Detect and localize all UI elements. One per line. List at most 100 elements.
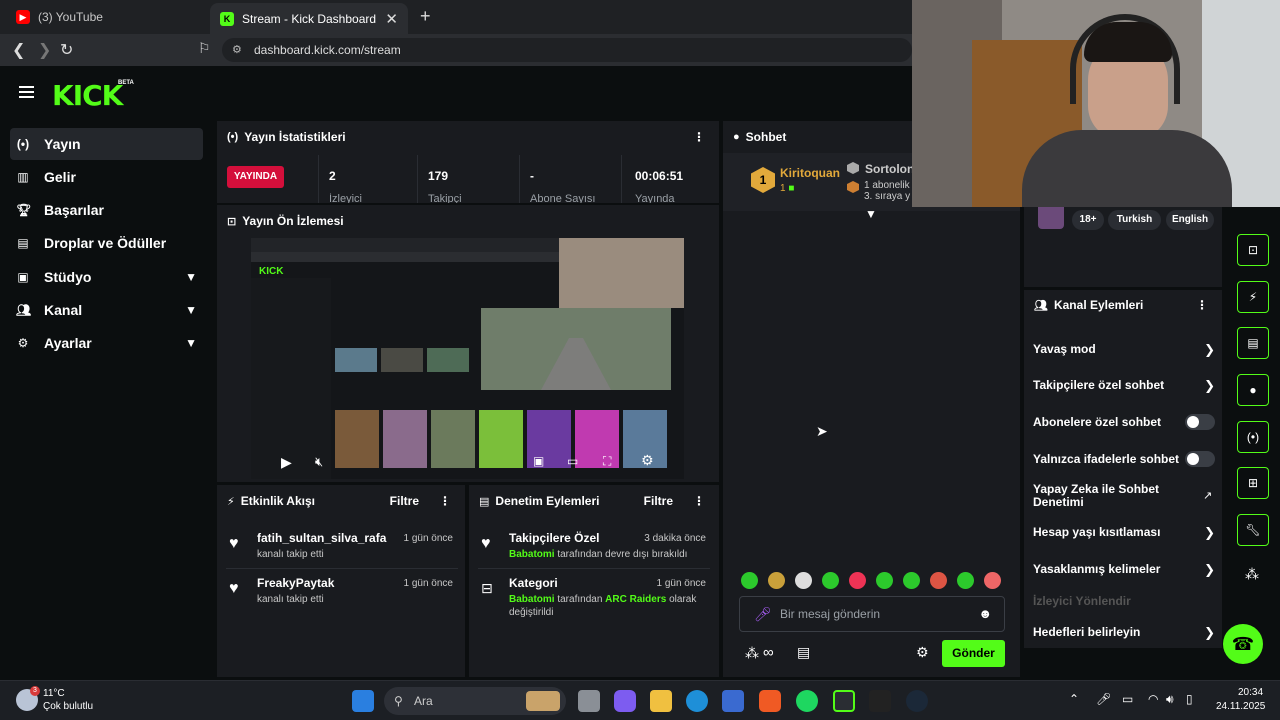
site-info-icon[interactable]: ⚙ (232, 38, 242, 62)
chat-message-input[interactable]: 🎤︎ Bir mesaj gönderin ☻ (739, 596, 1005, 632)
wifi-icon[interactable]: ◠ (1148, 692, 1158, 706)
close-tab-icon[interactable]: ✕ (385, 10, 398, 28)
tag-pill[interactable]: English (1166, 210, 1214, 230)
theater-mode-icon[interactable]: ▭ (567, 454, 578, 468)
emote-icon[interactable] (903, 572, 920, 589)
emote-icon[interactable] (768, 572, 785, 589)
subscribers-only-toggle[interactable] (1185, 414, 1215, 430)
clock-date[interactable]: 24.11.2025 (1216, 701, 1265, 712)
chat-settings-icon[interactable]: ⚙ (916, 644, 929, 661)
forward-icon[interactable]: ❯ (38, 40, 51, 60)
banned-words-row[interactable]: Yasaklanmış kelimeler ❯ (1033, 562, 1215, 577)
filter-button[interactable]: Filtre (644, 494, 673, 508)
emote-icon[interactable] (741, 572, 758, 589)
microphone-icon[interactable]: 🎤︎ (754, 597, 772, 631)
settings-icon[interactable]: ⚙ (641, 452, 654, 469)
stat-label: İzleyici (329, 193, 363, 203)
lightning-rail-icon[interactable]: ⚡︎ (1237, 281, 1269, 313)
tag-pill[interactable]: Turkish (1108, 210, 1161, 230)
fullscreen-icon[interactable]: ⛶ (603, 454, 611, 469)
task-view-icon[interactable] (578, 690, 600, 712)
leader-name[interactable]: Kiritoquan (780, 166, 840, 180)
ai-moderation-row[interactable]: Yapay Zeka ile Sohbet Denetimi (1033, 483, 1183, 509)
edge-icon[interactable] (686, 690, 708, 712)
users-rail-icon[interactable]: ⊞ (1237, 467, 1269, 499)
play-icon[interactable]: ▶ (281, 454, 292, 471)
category-name[interactable]: ARC Raiders (605, 594, 666, 605)
emote-icon[interactable] (957, 572, 974, 589)
more-widgets-icon[interactable]: ⁂ (1245, 566, 1259, 583)
clock-time[interactable]: 20:34 (1238, 687, 1263, 698)
sidebar-item-yayin[interactable]: (•) Yayın (10, 128, 203, 160)
new-tab-button[interactable]: + (420, 6, 431, 27)
help-chat-button[interactable]: ☎ (1223, 624, 1263, 664)
emote-icon[interactable] (984, 572, 1001, 589)
preview-rail-icon[interactable]: ⊡ (1237, 234, 1269, 266)
url-field[interactable]: ⚙ dashboard.kick.com/stream (222, 38, 912, 62)
followers-only-row[interactable]: Takipçilere özel sohbet ❯ (1033, 378, 1215, 393)
emote-icon[interactable] (930, 572, 947, 589)
set-goals-row[interactable]: Hedefleri belirleyin ❯ (1033, 625, 1215, 640)
moderator-name[interactable]: Babatomi (509, 549, 555, 560)
document-rail-icon[interactable]: ▤ (1237, 327, 1269, 359)
mute-icon[interactable]: 🔇︎ (315, 454, 323, 470)
emoji-icon[interactable]: ☻ (978, 597, 992, 631)
sidebar-item-ayarlar[interactable]: ⚙ Ayarlar ▼ (10, 327, 203, 359)
steam-icon[interactable] (906, 690, 928, 712)
emote-icon[interactable] (795, 572, 812, 589)
file-explorer-icon[interactable] (650, 690, 672, 712)
external-link-icon[interactable]: ↗ (1203, 489, 1212, 502)
volume-icon[interactable]: 🔊︎ (1166, 692, 1174, 707)
broadcast-rail-icon[interactable]: (•) (1237, 421, 1269, 453)
second-name[interactable]: Sortolon (865, 162, 914, 176)
brave-icon[interactable] (759, 690, 781, 712)
wrench-rail-icon[interactable]: 🔧︎ (1237, 514, 1269, 546)
infinity-icon: ∞ (763, 644, 774, 661)
moderator-name[interactable]: Babatomi (509, 594, 555, 605)
battery-icon[interactable]: ▭ (1122, 692, 1133, 706)
emote-icon[interactable] (876, 572, 893, 589)
menu-icon[interactable] (19, 86, 34, 98)
back-icon[interactable]: ❮ (12, 40, 25, 60)
sidebar-item-basarilar[interactable]: 🏆︎ Başarılar (10, 194, 203, 226)
expand-leaderboard-icon[interactable]: ▼ (865, 207, 877, 221)
store-icon[interactable]: ▤ (797, 644, 810, 661)
sidebar-item-studyo[interactable]: ▣ Stüdyo ▼ (10, 261, 203, 293)
emotes-only-toggle[interactable] (1185, 451, 1215, 467)
webcam-shirt (1022, 130, 1232, 207)
send-button[interactable]: Gönder (942, 640, 1005, 667)
kick-app-icon[interactable] (833, 690, 855, 712)
more-options-icon[interactable]: ⋮ (439, 494, 451, 508)
bookmark-icon[interactable]: ⚐ (198, 40, 211, 57)
microphone-icon[interactable]: 🎤︎ (1096, 692, 1111, 706)
tag-pill[interactable]: 18+ (1072, 210, 1104, 230)
kick-logo[interactable]: KICK (52, 79, 123, 112)
more-options-icon[interactable]: ⋮ (693, 130, 705, 144)
sidebar-item-droplar[interactable]: ▤ Droplar ve Ödüller (10, 227, 203, 259)
slow-mode-row[interactable]: Yavaş mod ❯ (1033, 342, 1215, 357)
emote-icon[interactable] (849, 572, 866, 589)
points-icon[interactable]: ⁂ (745, 645, 759, 662)
store-icon[interactable] (722, 690, 744, 712)
tab-youtube[interactable]: ▶ (3) YouTube (6, 4, 206, 30)
spotify-icon[interactable] (796, 690, 818, 712)
epic-games-icon[interactable] (869, 690, 891, 712)
more-options-icon[interactable]: ⋮ (693, 494, 705, 508)
battery-status-icon[interactable]: ▯ (1186, 692, 1193, 706)
windows-start-icon[interactable] (352, 690, 374, 712)
taskbar-search[interactable]: ⚲ Ara (384, 687, 566, 715)
chevron-up-icon[interactable]: ⌃ (1069, 692, 1079, 706)
trophy-icon: 🏆︎ (16, 203, 32, 217)
account-age-row[interactable]: Hesap yaşı kısıtlaması ❯ (1033, 525, 1215, 540)
picture-in-picture-icon[interactable]: ▣ (533, 454, 544, 468)
chat-rail-icon[interactable]: ● (1237, 374, 1269, 406)
filter-button[interactable]: Filtre (390, 494, 419, 508)
tab-kick-dashboard[interactable]: K Stream - Kick Dashboard ✕ (210, 3, 408, 34)
stream-preview-video[interactable]: KICK ▶ 🔇︎ ▣ ▭ ⛶ ⚙ (251, 238, 684, 479)
copilot-icon[interactable] (614, 690, 636, 712)
more-options-icon[interactable]: ⋮ (1196, 298, 1208, 312)
reload-icon[interactable]: ↻ (60, 40, 73, 60)
sidebar-item-gelir[interactable]: ▥ Gelir (10, 161, 203, 193)
sidebar-item-kanal[interactable]: 👥︎ Kanal ▼ (10, 294, 203, 326)
emote-icon[interactable] (822, 572, 839, 589)
